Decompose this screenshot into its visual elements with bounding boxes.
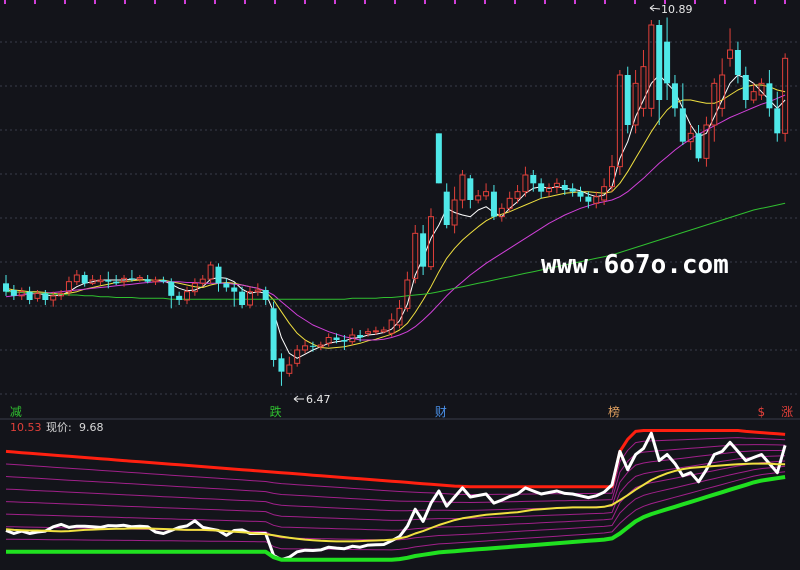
candle-body <box>215 266 222 284</box>
top-tick <box>634 0 636 4</box>
candle-body <box>569 188 576 192</box>
candle-body <box>679 108 686 142</box>
top-tick <box>724 0 726 4</box>
top-tick <box>34 0 36 4</box>
candle-body <box>664 41 671 84</box>
top-tick <box>214 0 216 4</box>
candle-body <box>144 279 151 282</box>
event-marker: $ <box>758 405 766 419</box>
top-tick <box>424 0 426 4</box>
candle-body <box>585 196 592 202</box>
candle-body <box>309 345 316 347</box>
candle-body <box>490 191 497 217</box>
event-marker: 涨 <box>781 404 793 419</box>
candle-body <box>766 83 773 109</box>
candle-body <box>113 281 120 284</box>
candle-body <box>160 280 167 282</box>
candle-body <box>671 83 678 109</box>
top-tick <box>784 0 786 4</box>
top-tick <box>754 0 756 4</box>
current-price-value: 9.68 <box>79 421 104 434</box>
top-tick <box>364 0 366 4</box>
top-tick <box>454 0 456 4</box>
candle-body <box>420 233 427 267</box>
candle-body <box>341 340 348 342</box>
candle-body <box>239 291 246 305</box>
candle-body <box>695 133 702 159</box>
candle-body <box>577 191 584 197</box>
candle-body <box>128 278 135 280</box>
candle-body <box>105 280 112 282</box>
candle-body <box>26 291 33 300</box>
candle-body <box>530 175 537 184</box>
candle-body <box>3 283 9 292</box>
candle-body <box>467 178 474 200</box>
candle-body <box>357 335 364 338</box>
candle-body <box>372 330 379 333</box>
candle <box>270 301 277 367</box>
top-tick <box>604 0 606 4</box>
candle-body <box>262 290 269 300</box>
candle-body <box>231 287 238 292</box>
candle-body <box>742 75 749 100</box>
candle <box>435 133 442 184</box>
high-price-label: 10.89 <box>661 3 693 16</box>
top-tick <box>124 0 126 4</box>
indicator-label-partial: 线: <box>0 420 1 434</box>
top-tick <box>184 0 186 4</box>
top-tick <box>304 0 306 4</box>
event-marker: 减 <box>10 405 22 419</box>
candle-body <box>333 337 340 340</box>
top-tick <box>94 0 96 4</box>
top-tick <box>274 0 276 4</box>
indicator-header: 线: 10.53 现价: 9.68 <box>0 420 104 434</box>
candle-body <box>42 293 49 300</box>
candle-body <box>774 108 781 134</box>
indicator-value: 10.53 <box>10 421 42 434</box>
top-tick <box>574 0 576 4</box>
top-tick <box>394 0 396 4</box>
top-tick <box>334 0 336 4</box>
top-tick <box>64 0 66 4</box>
candle-body <box>10 290 17 296</box>
event-marker: 跌 <box>270 404 282 419</box>
low-price-label: 6.47 <box>306 393 331 406</box>
current-price-label: 现价: <box>46 421 72 434</box>
candle-body <box>624 75 631 125</box>
top-tick <box>514 0 516 4</box>
candle-body <box>223 283 230 288</box>
stock-chart: 10.89 6.47 www.6o7o.com 减 跌 财 榜 $ 涨 线: 10.53 … <box>0 0 800 570</box>
candle-body <box>168 281 175 296</box>
top-tick <box>4 0 6 4</box>
candle-body <box>435 133 442 184</box>
candle-body <box>538 183 545 192</box>
candle-body <box>443 191 450 225</box>
top-tick <box>154 0 156 4</box>
candle-body <box>561 185 568 190</box>
candle-body <box>176 295 183 300</box>
top-tick <box>694 0 696 4</box>
candle-body <box>81 275 88 284</box>
top-tick <box>244 0 246 4</box>
candle <box>624 66 631 134</box>
candle-body <box>278 358 285 372</box>
candle-body <box>270 308 277 360</box>
top-tick <box>484 0 486 4</box>
event-marker: 榜 <box>608 404 620 419</box>
top-tick <box>544 0 546 4</box>
candle-body <box>734 50 741 75</box>
event-marker: 财 <box>435 405 447 419</box>
watermark-text: www.6o7o.com <box>541 250 729 280</box>
candle-body <box>656 25 663 100</box>
